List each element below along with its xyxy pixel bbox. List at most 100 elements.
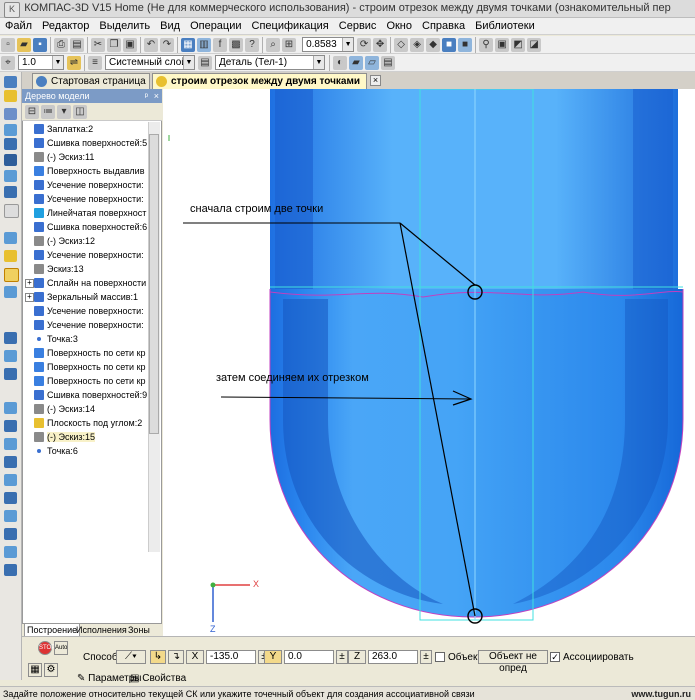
angle-y-spin[interactable]: ± <box>336 650 348 664</box>
close-tab-icon[interactable]: × <box>370 75 381 86</box>
tree-item[interactable]: Сшивка поверхностей:6 <box>23 220 148 234</box>
tree-item[interactable]: Поверхность по сети кр <box>23 360 148 374</box>
measure-panel-icon[interactable] <box>4 186 17 198</box>
perspective-icon[interactable]: ◩ <box>511 38 526 52</box>
patch-tool-icon[interactable] <box>4 474 17 486</box>
expand-icon[interactable]: + <box>25 279 34 288</box>
polyline-tool-icon[interactable] <box>4 332 17 344</box>
open-file-icon[interactable]: ▰ <box>17 38 31 52</box>
tree-item[interactable]: Эскиз:13 <box>23 262 148 276</box>
segment-tool-icon[interactable] <box>4 268 19 282</box>
menu-file[interactable]: Файл <box>0 18 37 33</box>
tree-view-icon[interactable]: ⊟ <box>25 105 39 119</box>
menu-edit[interactable]: Редактор <box>37 18 94 33</box>
segment-mode-button[interactable]: ↴ <box>168 650 184 664</box>
tree-item[interactable]: (-) Эскиз:11 <box>23 150 148 164</box>
auxiliary-panel-icon[interactable] <box>4 138 17 150</box>
wireframe-icon[interactable]: ◇ <box>394 38 409 52</box>
expand-icon[interactable]: + <box>25 293 34 302</box>
tree-item[interactable]: Плоскость под углом:2 <box>23 416 148 430</box>
thin-lines-icon[interactable]: ◆ <box>426 38 441 52</box>
extrude-surface-icon[interactable] <box>4 420 17 432</box>
menu-view[interactable]: Вид <box>155 18 185 33</box>
loft-surface-icon[interactable] <box>4 456 17 468</box>
cut-icon[interactable]: ✂ <box>91 38 105 52</box>
shaded-icon[interactable]: ■ <box>442 38 457 52</box>
tree-item[interactable]: Сшивка поверхностей:9 <box>23 388 148 402</box>
curve-tool-icon[interactable] <box>4 350 17 362</box>
menu-operations[interactable]: Операции <box>185 18 246 33</box>
tree-item[interactable]: Усечение поверхности: <box>23 192 148 206</box>
edit-panel-icon[interactable] <box>4 108 17 120</box>
rotate-surface-icon[interactable] <box>4 438 17 450</box>
object-checkbox[interactable] <box>435 652 445 662</box>
undo-icon[interactable]: ↶ <box>144 38 158 52</box>
tab-start-page[interactable]: Стартовая страница <box>32 73 150 89</box>
stop-button[interactable]: STOP <box>38 641 55 655</box>
shaded-edges-icon[interactable]: ■ <box>458 38 473 52</box>
tab-document[interactable]: строим отрезок между двумя точками <box>152 73 367 89</box>
ruled-surface-tool-icon[interactable] <box>4 564 17 576</box>
z-spin[interactable]: ± <box>420 650 432 664</box>
tree-item[interactable]: Линейчатая поверхност <box>23 206 148 220</box>
line-width-combo[interactable]: 1.0 ▼ <box>18 55 64 70</box>
layer-icon[interactable]: ≡ <box>88 56 102 70</box>
tree-scrollbar-thumb[interactable] <box>149 134 159 434</box>
options-icon[interactable]: ▤ <box>381 56 395 70</box>
spline-icon[interactable] <box>4 232 17 244</box>
help-pointer-icon[interactable]: ? <box>245 38 259 52</box>
surfaces-panel-icon[interactable] <box>4 154 17 166</box>
angle-x-lock[interactable]: X <box>186 650 204 664</box>
sketch-panel-icon[interactable] <box>4 90 17 102</box>
tree-item[interactable]: Усечение поверхности: <box>23 248 148 262</box>
close-panel-icon[interactable]: × <box>154 89 159 103</box>
tree-item[interactable]: Поверхность выдавлив <box>23 164 148 178</box>
tree-item[interactable]: Усечение поверхности: <box>23 178 148 192</box>
cursor-icon[interactable]: ⌖ <box>1 56 15 70</box>
part-combo[interactable]: Деталь (Тел-1) ▼ <box>215 55 325 70</box>
zoom-combo[interactable]: 0.8583 ▼ <box>302 37 355 52</box>
sections-icon[interactable]: ◪ <box>527 38 542 52</box>
menu-specification[interactable]: Спецификация <box>247 18 334 33</box>
angle-y-lock[interactable]: Y <box>264 650 282 664</box>
angle-y-input[interactable]: 0.0 <box>284 650 334 664</box>
tree-item[interactable]: (-) Эскиз:12 <box>23 234 148 248</box>
grid-button[interactable]: ▦ <box>28 663 42 677</box>
filter-icon[interactable]: ⚲ <box>479 38 494 52</box>
options-button[interactable]: ⚙ <box>44 663 58 677</box>
tree-item[interactable]: Поверхность по сети кр <box>23 374 148 388</box>
tree-item[interactable]: Заплатка:2 <box>23 122 148 136</box>
surface-tool-icon[interactable] <box>4 402 17 414</box>
zoom-window-icon[interactable]: ⊞ <box>282 38 296 52</box>
menu-window[interactable]: Окно <box>381 18 417 33</box>
geometry-panel-icon[interactable] <box>4 76 17 88</box>
offset-surface-icon[interactable] <box>4 528 17 540</box>
tree-toggle-icon[interactable]: ▥ <box>197 38 211 52</box>
rotate-icon[interactable]: ⟳ <box>357 38 372 52</box>
arc-tool-icon[interactable] <box>4 286 17 298</box>
paste-icon[interactable]: ▣ <box>123 38 137 52</box>
pin-icon[interactable] <box>4 204 19 218</box>
stitch-tool-icon[interactable] <box>4 510 17 522</box>
variables-icon[interactable]: f <box>213 38 227 52</box>
tree-order-icon[interactable]: ≔ <box>41 105 55 119</box>
manager-icon[interactable]: ▦ <box>181 38 195 52</box>
arrays-panel-icon[interactable] <box>4 170 17 182</box>
mesh-surface-icon[interactable] <box>4 546 17 558</box>
tree-item[interactable]: Точка:6 <box>23 444 148 458</box>
menu-select[interactable]: Выделить <box>94 18 155 33</box>
point-mode-button[interactable]: ↳ <box>150 650 166 664</box>
style-icon[interactable]: ▱ <box>365 56 379 70</box>
auto-button[interactable]: Auto <box>54 641 68 655</box>
associate-checkbox[interactable]: ✓ <box>550 652 560 662</box>
preview-icon[interactable]: ▤ <box>70 38 84 52</box>
tree-item[interactable]: + Зеркальный массив:1 <box>23 290 148 304</box>
z-lock[interactable]: Z <box>348 650 366 664</box>
color-icon[interactable]: ◐ <box>333 56 347 70</box>
tree-item[interactable]: + Сплайн на поверхности <box>23 276 148 290</box>
menu-libraries[interactable]: Библиотеки <box>470 18 540 33</box>
helix-tool-icon[interactable] <box>4 368 17 380</box>
layer-props-icon[interactable]: ▤ <box>198 56 212 70</box>
angle-x-input[interactable]: -135.0 <box>206 650 256 664</box>
tree-split-icon[interactable]: ◫ <box>73 105 87 119</box>
